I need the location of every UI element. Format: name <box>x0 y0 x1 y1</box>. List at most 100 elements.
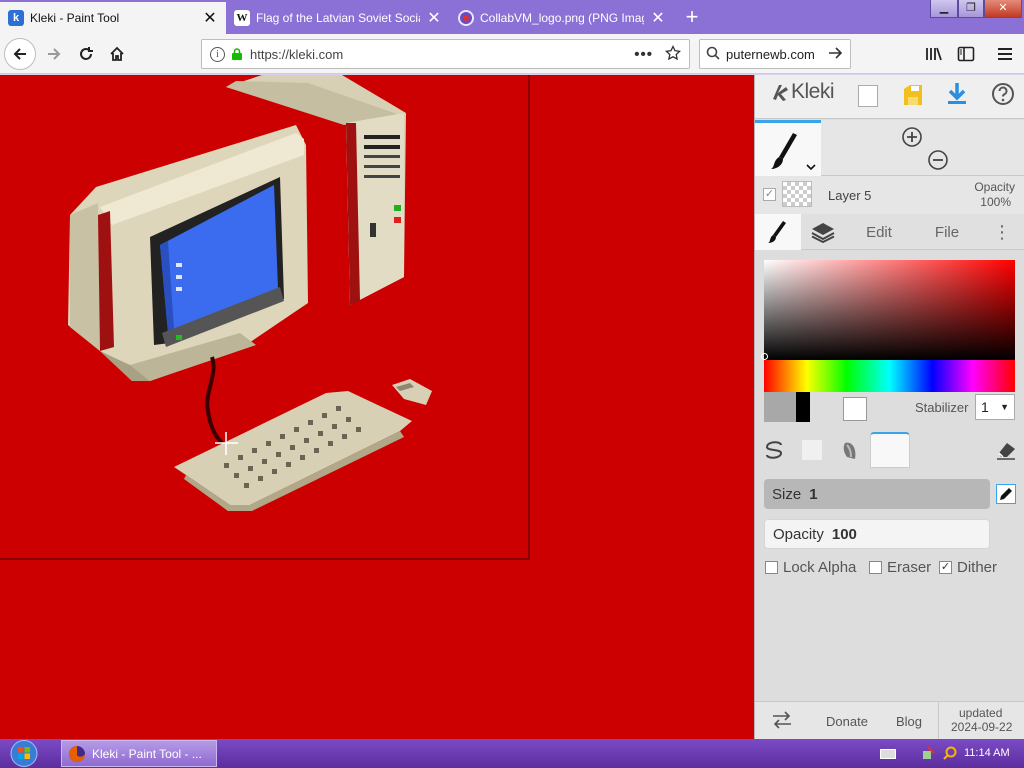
collabvm-favicon-icon <box>458 10 474 26</box>
keyboard-tray-icon[interactable] <box>880 749 896 759</box>
brush-tab-icon <box>768 221 786 243</box>
download-icon[interactable] <box>946 81 968 110</box>
zoom-in-icon[interactable] <box>901 126 923 151</box>
layer-thumbnail <box>782 181 812 207</box>
panel-tabs: Edit File ⋮ <box>755 214 1024 250</box>
library-icon[interactable] <box>918 38 950 70</box>
window-close-icon[interactable]: ✕ <box>984 0 1022 18</box>
tab-kleki[interactable]: k Kleki - Paint Tool ✕ <box>0 2 226 34</box>
opacity-slider[interactable]: Opacity 100 <box>764 519 990 549</box>
minimize-icon[interactable]: ▁ <box>930 0 958 18</box>
pen-pressure-toggle[interactable] <box>996 484 1016 504</box>
search-go-arrow-icon[interactable] <box>828 46 844 63</box>
info-icon[interactable]: i <box>210 46 225 62</box>
search-tray-icon[interactable] <box>942 745 958 764</box>
hue-slider[interactable] <box>764 360 1015 392</box>
forward-arrow-icon[interactable] <box>38 38 70 70</box>
more-options-icon[interactable]: ⋮ <box>991 214 1013 250</box>
size-label: Size <box>772 485 802 503</box>
drawing-canvas[interactable] <box>0 75 754 739</box>
search-bar[interactable]: puternewb.com <box>699 39 851 69</box>
dither-checkbox[interactable]: ✓ <box>939 561 952 574</box>
sidebar-toggle-icon[interactable] <box>950 38 982 70</box>
lock-icon[interactable] <box>232 48 242 60</box>
layer-opacity-label: Opacity <box>974 180 1015 194</box>
back-arrow-icon[interactable] <box>4 38 36 70</box>
pixel-brush-button[interactable] <box>870 432 910 468</box>
search-text: puternewb.com <box>726 46 815 62</box>
taskbar-item-firefox[interactable]: Kleki - Paint Tool - ... <box>61 740 217 767</box>
updated-label: updated <box>959 706 1003 720</box>
clock[interactable]: 11:14 AM <box>964 739 1010 768</box>
page-actions-icon[interactable]: ••• <box>634 46 653 63</box>
zoom-out-icon[interactable] <box>927 149 949 174</box>
network-tray-icon[interactable] <box>922 745 936 764</box>
layer-opacity-value: 100% <box>980 195 1011 209</box>
primary-color-swatch[interactable] <box>764 392 810 422</box>
save-icon[interactable] <box>902 83 924 110</box>
footer-divider <box>938 702 939 740</box>
opacity-label: Opacity <box>773 525 824 543</box>
new-image-icon[interactable] <box>858 85 878 107</box>
opacity-value: 100 <box>831 525 857 543</box>
smooth-brush-icon[interactable] <box>793 432 831 468</box>
layers-icon <box>811 223 835 243</box>
pen-icon <box>1000 488 1012 500</box>
kleki-favicon-icon: k <box>8 10 24 26</box>
url-text: https://kleki.com <box>250 46 344 62</box>
kleki-logo-text: Kleki <box>791 80 835 103</box>
reload-icon[interactable] <box>70 38 102 70</box>
layer-row[interactable]: ✓ Layer 5 Opacity 100% <box>755 176 1024 214</box>
dither-option[interactable]: ✓ Dither <box>939 559 997 576</box>
dither-label: Dither <box>957 559 998 576</box>
windows-logo-icon <box>10 740 38 767</box>
layer-visibility-checkbox[interactable]: ✓ <box>763 188 776 201</box>
canvas-artwork <box>0 75 530 560</box>
color-picker-handle[interactable] <box>761 353 768 360</box>
close-tab-icon[interactable]: ✕ <box>426 8 442 28</box>
tab-layers[interactable] <box>801 214 845 250</box>
home-icon[interactable] <box>101 38 133 70</box>
close-tab-icon[interactable]: ✕ <box>202 8 218 28</box>
tab-file[interactable]: File <box>919 214 975 250</box>
lock-alpha-option[interactable]: Lock Alpha <box>765 559 856 576</box>
brush-type-button[interactable] <box>755 120 821 176</box>
eraser-option[interactable]: Eraser <box>869 559 931 576</box>
help-icon[interactable] <box>991 82 1015 109</box>
hamburger-menu-icon[interactable] <box>989 38 1021 70</box>
tab-collabvm[interactable]: CollabVM_logo.png (PNG Imag ✕ <box>450 2 674 34</box>
brush-icon <box>771 133 816 171</box>
blend-brush-icon[interactable] <box>831 432 869 468</box>
tab-brush[interactable] <box>755 214 801 250</box>
lock-alpha-label: Lock Alpha <box>783 559 857 576</box>
secondary-color-swatch[interactable] <box>843 397 867 421</box>
url-bar[interactable]: i https://kleki.com ••• <box>201 39 690 69</box>
kleki-tool-panel: Kleki ✓ Layer 5 Opacity 100% Edit File ⋮… <box>754 75 1024 740</box>
updated-date: 2024-09-22 <box>951 720 1013 734</box>
eraser-checkbox[interactable] <box>869 561 882 574</box>
primary-color-indicator <box>796 392 810 422</box>
donate-link[interactable]: Donate <box>826 714 868 729</box>
eraser-icon[interactable] <box>987 432 1024 468</box>
swatch-row: Stabilizer 1 ▼ <box>764 392 1015 422</box>
wikipedia-favicon-icon: W <box>234 10 250 26</box>
kleki-logo-icon <box>773 85 788 101</box>
swap-sides-icon[interactable] <box>771 710 793 733</box>
layer-name: Layer 5 <box>828 188 872 203</box>
panel-footer: Donate Blog updated 2024-09-22 <box>755 701 1024 740</box>
lasso-icon[interactable] <box>755 432 793 468</box>
stabilizer-select[interactable]: 1 ▼ <box>975 394 1015 420</box>
tab-wikipedia[interactable]: W Flag of the Latvian Soviet Socia ✕ <box>226 2 450 34</box>
lock-alpha-checkbox[interactable] <box>765 561 778 574</box>
windows-taskbar: Kleki - Paint Tool - ... 11:14 AM <box>0 739 1024 768</box>
close-tab-icon[interactable]: ✕ <box>650 8 666 28</box>
size-slider[interactable]: Size 1 <box>764 479 990 509</box>
restore-icon[interactable]: ❐ <box>958 0 984 18</box>
color-picker-field[interactable] <box>761 260 1015 360</box>
tab-edit[interactable]: Edit <box>851 214 907 250</box>
new-tab-button[interactable]: + <box>676 2 708 34</box>
start-button[interactable] <box>8 739 40 768</box>
bookmark-star-icon[interactable] <box>664 44 682 64</box>
blog-link[interactable]: Blog <box>896 714 922 729</box>
kleki-logo[interactable]: Kleki <box>769 80 835 104</box>
